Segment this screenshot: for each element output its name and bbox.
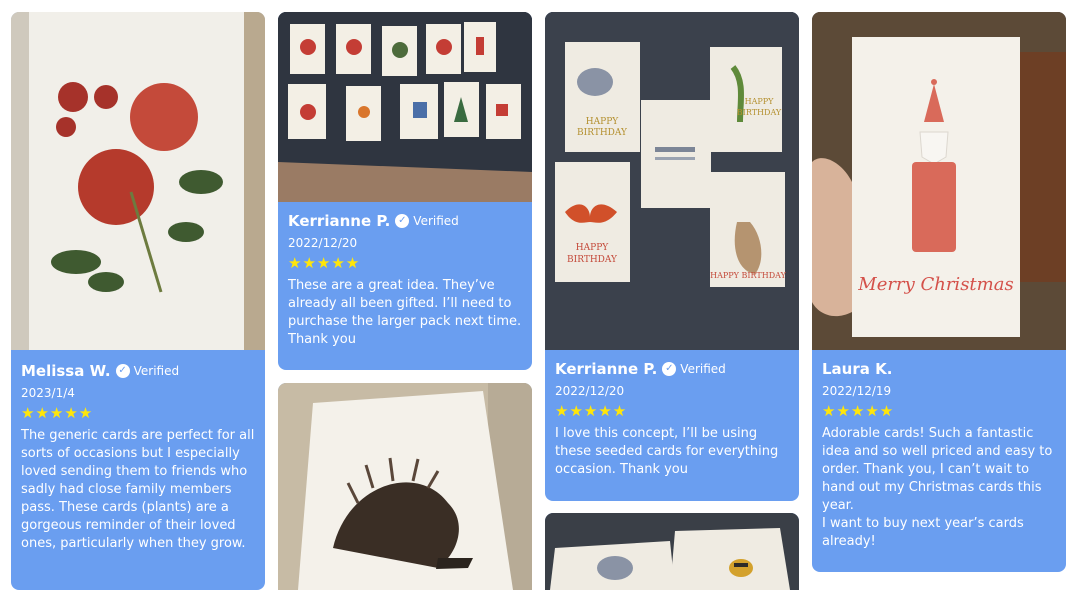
echidna-card-image xyxy=(278,383,532,590)
review-photo-rose-card[interactable] xyxy=(11,12,265,350)
check-icon: ✓ xyxy=(395,214,410,228)
check-icon: ✓ xyxy=(662,362,677,376)
star-rating: ★★★★★ xyxy=(21,404,94,422)
verified-label: Verified xyxy=(413,214,459,228)
svg-text:BIRTHDAY: BIRTHDAY xyxy=(737,108,782,117)
merry-christmas-text: Merry Christmas xyxy=(857,274,1013,295)
verified-label: Verified xyxy=(680,362,726,376)
review-card-melissa[interactable]: Melissa W. ✓ Verified 2023/1/4 ★★★★★ The… xyxy=(11,12,265,590)
review-date: 2022/12/19 xyxy=(822,384,892,398)
koala-bee-image xyxy=(545,513,799,590)
review-photo-birthday-cards[interactable]: HAPPY BIRTHDAY HAPPY BIRTHDAY HAPPY BIRT… xyxy=(545,12,799,350)
reviewer-name: Kerrianne P. xyxy=(288,212,391,230)
verified-badge: ✓ Verified xyxy=(662,362,726,376)
star-rating: ★★★★★ xyxy=(822,402,895,420)
star-rating: ★★★★★ xyxy=(555,402,628,420)
review-text: The generic cards are perfect for all so… xyxy=(21,428,255,551)
review-photo-card-set[interactable] xyxy=(278,12,532,202)
star-rating: ★★★★★ xyxy=(288,254,361,272)
svg-text:BIRTHDAY: BIRTHDAY xyxy=(577,128,628,138)
reviewer-name: Laura K. xyxy=(822,360,893,378)
review-text: These are a great idea. They’ve already … xyxy=(288,278,522,347)
card-set-image xyxy=(278,12,532,202)
review-date: 2022/12/20 xyxy=(288,236,358,250)
reviewer-name: Melissa W. xyxy=(21,362,111,380)
review-date: 2022/12/20 xyxy=(555,384,625,398)
review-card-koala-photo[interactable] xyxy=(545,513,799,590)
happy-birthday-text: HAPPY BIRTHDAY xyxy=(710,271,786,280)
review-photo-koala-bee-cards[interactable] xyxy=(545,513,799,590)
reviewer-name: Kerrianne P. xyxy=(555,360,658,378)
review-card-laura[interactable]: Merry Christmas Laura K. 2022/12/19 ★★★★… xyxy=(812,12,1066,572)
review-photo-echidna-card[interactable] xyxy=(278,383,532,590)
review-card-kerrianne-1[interactable]: Kerrianne P. ✓ Verified 2022/12/20 ★★★★★… xyxy=(278,12,532,370)
birthday-cards-image: HAPPY BIRTHDAY HAPPY BIRTHDAY HAPPY BIRT… xyxy=(545,12,799,350)
svg-text:HAPPY: HAPPY xyxy=(745,97,775,106)
svg-text:HAPPY: HAPPY xyxy=(576,243,609,253)
svg-text:BIRTHDAY: BIRTHDAY xyxy=(567,255,618,265)
verified-badge: ✓ Verified xyxy=(115,364,180,378)
review-card-kerrianne-2[interactable]: HAPPY BIRTHDAY HAPPY BIRTHDAY HAPPY BIRT… xyxy=(545,12,799,501)
verified-badge: ✓ Verified xyxy=(395,214,459,228)
svg-text:HAPPY: HAPPY xyxy=(586,117,619,127)
review-text: Adorable cards! Such a fantastic idea an… xyxy=(822,426,1053,549)
santa-card-image: Merry Christmas xyxy=(812,12,1066,350)
verified-label: Verified xyxy=(133,364,180,378)
review-date: 2023/1/4 xyxy=(21,386,75,400)
rose-card-image xyxy=(11,12,265,350)
check-icon: ✓ xyxy=(115,364,130,378)
review-photo-santa-card[interactable]: Merry Christmas xyxy=(812,12,1066,350)
review-card-echidna-photo[interactable] xyxy=(278,383,532,590)
review-text: I love this concept, I’ll be using these… xyxy=(555,426,779,477)
